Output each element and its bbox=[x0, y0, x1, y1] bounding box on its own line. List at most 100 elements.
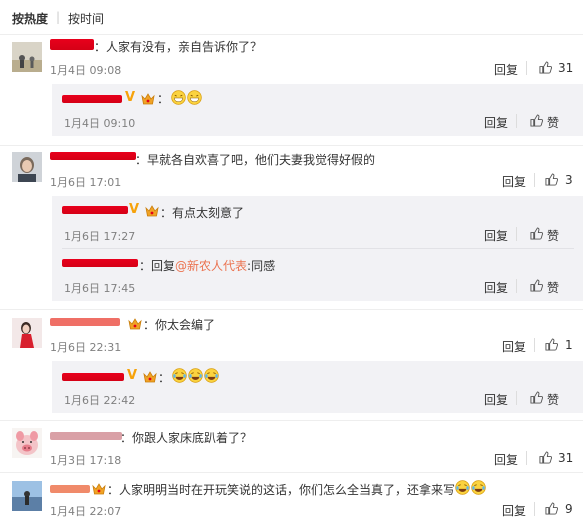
comment-text: ：人家明明当时在开玩笑说的这话，你们怎么全当真了，还拿来写 bbox=[107, 483, 456, 497]
avatar[interactable] bbox=[12, 481, 42, 511]
avatar[interactable] bbox=[12, 428, 42, 458]
redacted-username[interactable] bbox=[50, 485, 90, 493]
like-label[interactable]: 赞 bbox=[547, 391, 559, 408]
laugh-cry-emoji bbox=[188, 368, 203, 383]
comment-time: 1月3日 17:18 bbox=[50, 454, 122, 467]
divider bbox=[0, 309, 583, 310]
crown-icon bbox=[92, 483, 106, 495]
like-count: 31 bbox=[558, 451, 574, 465]
reply-time: 1月4日 09:10 bbox=[64, 117, 136, 130]
verified-v-icon: V bbox=[129, 202, 140, 217]
redacted-username[interactable] bbox=[50, 39, 94, 50]
reply-text: ：有点太刻意了 bbox=[160, 206, 245, 220]
thumb-up-icon[interactable] bbox=[545, 338, 558, 351]
like-label[interactable]: 赞 bbox=[547, 279, 559, 296]
divider bbox=[0, 145, 583, 146]
action-divider bbox=[516, 391, 517, 405]
reply-suffix: :同感 bbox=[247, 259, 276, 273]
reply-time: 1月6日 17:27 bbox=[64, 230, 136, 243]
comment-text: ：你太会编了 bbox=[143, 318, 216, 332]
redacted-username[interactable] bbox=[62, 206, 128, 214]
avatar-image bbox=[12, 42, 42, 72]
avatar-image bbox=[12, 481, 42, 511]
like-label[interactable]: 赞 bbox=[547, 227, 559, 244]
laugh-cry-emoji bbox=[172, 368, 187, 383]
avatar[interactable] bbox=[12, 318, 42, 348]
redacted-username[interactable] bbox=[50, 152, 136, 160]
reply-text: ： bbox=[158, 371, 171, 385]
comment-time: 1月6日 17:01 bbox=[50, 176, 122, 189]
comment-time: 1月4日 09:08 bbox=[50, 64, 122, 77]
comment-time: 1月6日 22:31 bbox=[50, 341, 122, 354]
crown-icon bbox=[145, 205, 159, 217]
divider bbox=[0, 420, 583, 421]
reply-button[interactable]: 回复 bbox=[502, 338, 526, 355]
mention-link[interactable]: @新农人代表 bbox=[175, 259, 247, 273]
reply-text: ： bbox=[157, 92, 170, 106]
action-divider bbox=[516, 114, 517, 128]
reply-button[interactable]: 回复 bbox=[484, 279, 508, 296]
verified-v-icon: V bbox=[127, 368, 138, 383]
redacted-username[interactable] bbox=[50, 432, 122, 440]
reply-button[interactable]: 回复 bbox=[484, 114, 508, 131]
verified-v-icon: V bbox=[125, 90, 136, 105]
reply-prefix: ：回复 bbox=[139, 259, 176, 273]
laugh-cry-emoji bbox=[455, 480, 470, 495]
reply-button[interactable]: 回复 bbox=[494, 61, 518, 78]
action-divider bbox=[534, 502, 535, 516]
divider bbox=[0, 34, 583, 35]
comment-time: 1月4日 22:07 bbox=[50, 505, 122, 518]
divider bbox=[0, 472, 583, 473]
action-divider bbox=[534, 173, 535, 187]
sort-by-time[interactable]: 按时间 bbox=[68, 10, 104, 27]
sort-bar: 按热度 | 按时间 bbox=[0, 0, 583, 34]
redacted-username[interactable] bbox=[62, 95, 122, 103]
like-count: 1 bbox=[565, 338, 573, 352]
like-count: 9 bbox=[565, 502, 573, 516]
action-divider bbox=[516, 227, 517, 241]
action-divider bbox=[526, 451, 527, 465]
grin-emoji-group bbox=[171, 90, 203, 105]
reply-button[interactable]: 回复 bbox=[502, 173, 526, 190]
redacted-username[interactable] bbox=[50, 318, 120, 326]
avatar[interactable] bbox=[12, 152, 42, 182]
reply-button[interactable]: 回复 bbox=[484, 391, 508, 408]
thumb-up-icon[interactable] bbox=[545, 173, 558, 186]
like-label[interactable]: 赞 bbox=[547, 114, 559, 131]
redacted-username[interactable] bbox=[62, 373, 124, 381]
thumb-up-icon[interactable] bbox=[539, 61, 552, 74]
crown-icon bbox=[143, 371, 157, 383]
thumb-up-icon[interactable] bbox=[530, 227, 543, 240]
action-divider bbox=[534, 338, 535, 352]
laugh-cry-emoji-group bbox=[172, 368, 220, 383]
avatar-image bbox=[12, 428, 42, 458]
sort-divider: | bbox=[56, 10, 61, 24]
avatar-image bbox=[12, 152, 42, 182]
avatar-image bbox=[12, 318, 42, 348]
crown-icon bbox=[128, 318, 142, 330]
thumb-up-icon[interactable] bbox=[530, 391, 543, 404]
comment-text: ：你跟人家床底趴着了？ bbox=[120, 431, 253, 445]
action-divider bbox=[516, 279, 517, 293]
like-count: 31 bbox=[558, 61, 574, 75]
avatar[interactable] bbox=[12, 42, 42, 72]
laugh-cry-emoji bbox=[471, 480, 486, 495]
sort-by-hot[interactable]: 按热度 bbox=[12, 10, 48, 27]
thumb-up-icon[interactable] bbox=[530, 279, 543, 292]
reply-button[interactable]: 回复 bbox=[484, 227, 508, 244]
reply-button[interactable]: 回复 bbox=[494, 451, 518, 468]
thumb-up-icon[interactable] bbox=[545, 502, 558, 515]
comment-text: ：早就各自欢喜了吧，他们夫妻我觉得好假的 bbox=[135, 153, 376, 167]
reply-time: 1月6日 22:42 bbox=[64, 394, 136, 407]
thumb-up-icon[interactable] bbox=[530, 114, 543, 127]
grin-emoji bbox=[171, 90, 186, 105]
crown-icon bbox=[141, 93, 155, 105]
reply-divider bbox=[62, 248, 574, 249]
reply-time: 1月6日 17:45 bbox=[64, 282, 136, 295]
reply-button[interactable]: 回复 bbox=[502, 502, 526, 519]
redacted-username[interactable] bbox=[62, 259, 138, 267]
comment-text: ：人家有没有，亲自告诉你了？ bbox=[94, 40, 263, 54]
reply-text: ：回复@新农人代表:同感 bbox=[139, 257, 275, 274]
laugh-cry-emoji-group bbox=[455, 480, 487, 495]
thumb-up-icon[interactable] bbox=[539, 451, 552, 464]
